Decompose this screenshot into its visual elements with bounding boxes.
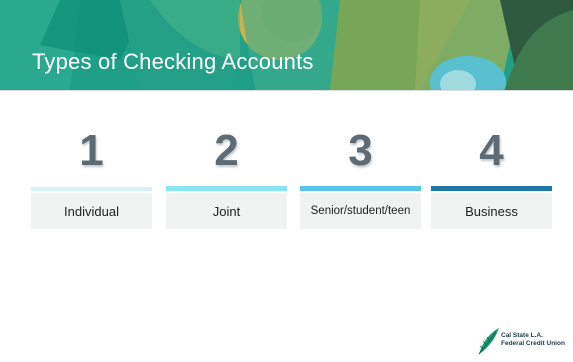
accent-bar-4 [431, 186, 552, 191]
accent-bar-3 [300, 186, 421, 191]
account-type-4: 4 Business [431, 128, 552, 229]
feather-logo-icon [478, 328, 499, 355]
account-label-joint: Joint [166, 193, 287, 229]
logo-line-2: Federal Credit Union [501, 340, 565, 347]
account-number-2: 2 [214, 126, 239, 175]
title-banner: Types of Checking Accounts [0, 0, 573, 90]
account-label-business: Business [431, 193, 552, 229]
accent-bar-2 [166, 186, 287, 191]
banner-background [0, 0, 573, 90]
title-divider [0, 90, 573, 91]
logo-text: Cal State L.A. Federal Credit Union [501, 332, 565, 348]
account-type-2: 2 Joint [166, 128, 287, 229]
account-label-individual: Individual [31, 193, 152, 229]
accent-bar-1 [31, 187, 152, 191]
account-number-1: 1 [79, 126, 104, 175]
account-number-3: 3 [348, 126, 373, 175]
account-number-4: 4 [479, 126, 504, 175]
logo-line-1: Cal State L.A. [501, 332, 543, 339]
account-type-3: 3 Senior/student/teen [300, 128, 421, 229]
slide-title: Types of Checking Accounts [32, 49, 314, 74]
account-type-1: 1 Individual [31, 128, 152, 229]
account-label-senior-student-teen: Senior/student/teen [300, 193, 421, 229]
credit-union-logo: Cal State L.A. Federal Credit Union [476, 326, 565, 356]
slide: Types of Checking Accounts 1 Individual … [0, 0, 573, 362]
